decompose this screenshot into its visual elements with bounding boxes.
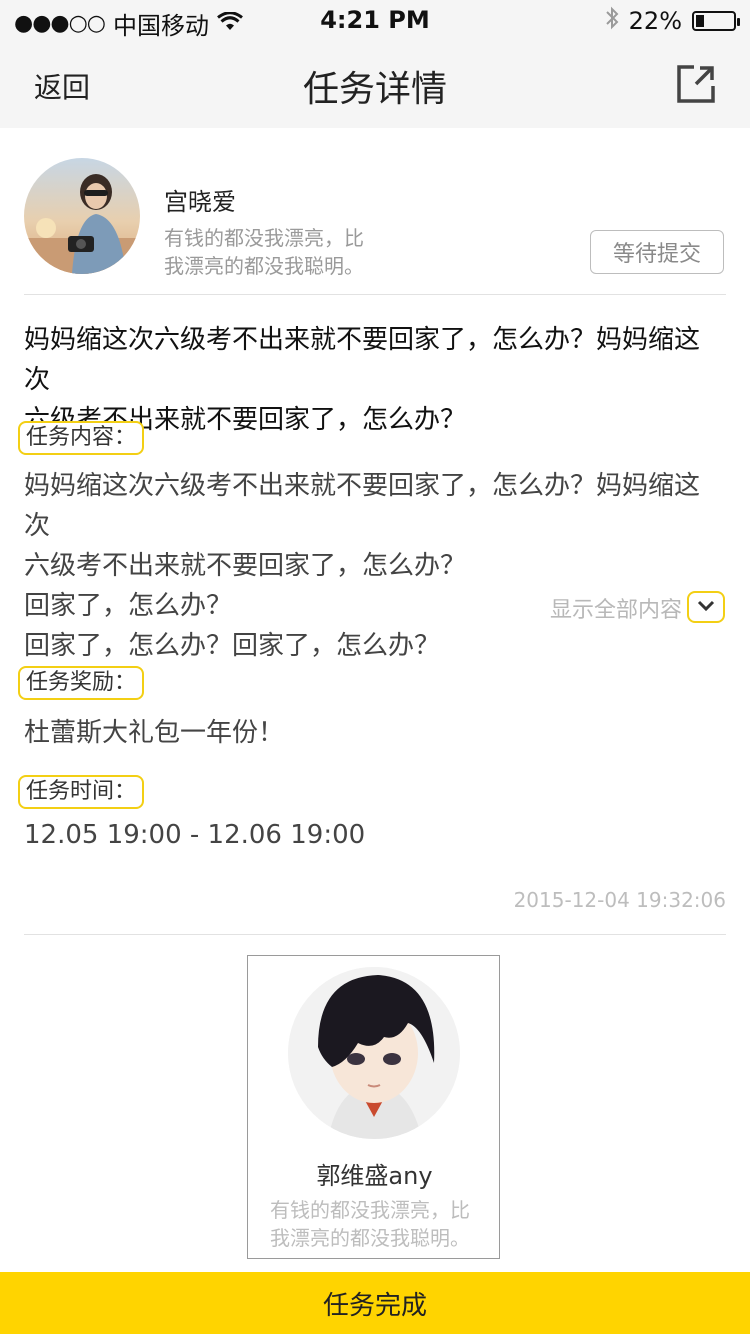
publisher-bio: 有钱的都没我漂亮，比 我漂亮的都没我聪明。 [164, 224, 384, 280]
content-line: 回家了，怎么办？回家了，怎么办？ [24, 631, 441, 661]
status-badge[interactable]: 等待提交 [590, 230, 724, 274]
status-right: 22% [605, 6, 740, 36]
content-label: 任务内容： [18, 421, 145, 455]
performer-avatar [288, 967, 460, 1139]
performer-bio-line: 有钱的都没我漂亮，比 [270, 1198, 470, 1222]
publisher-name: 宫晓爱 [164, 188, 236, 216]
performer-bio: 有钱的都没我漂亮，比 我漂亮的都没我聪明。 [270, 1196, 482, 1252]
performer-bio-line: 我漂亮的都没我聪明。 [270, 1226, 470, 1250]
expand-button[interactable] [687, 591, 725, 623]
divider [24, 294, 726, 295]
time-label: 任务时间： [18, 775, 145, 809]
content-line: 妈妈缩这次六级考不出来就不要回家了，怎么办？妈妈缩这次 [24, 471, 701, 541]
performer-card[interactable]: 郭维盛any 有钱的都没我漂亮，比 我漂亮的都没我聪明。 [247, 955, 500, 1259]
share-icon[interactable] [676, 64, 716, 104]
publisher-bio-line: 我漂亮的都没我聪明。 [164, 254, 364, 278]
task-content: 妈妈缩这次六级考不出来就不要回家了，怎么办？妈妈缩这次 六级考不出来就不要回家了… [24, 466, 724, 666]
task-title-line: 妈妈缩这次六级考不出来就不要回家了，怎么办？妈妈缩这次 [24, 325, 701, 395]
chevron-down-icon [696, 598, 716, 617]
battery-icon [692, 11, 740, 31]
performer-name: 郭维盛any [316, 1162, 433, 1190]
complete-task-button[interactable]: 任务完成 [0, 1272, 750, 1334]
battery-percent: 22% [628, 7, 682, 35]
task-time: 12.05 19:00 - 12.06 19:00 [24, 820, 366, 850]
reward-label: 任务奖励： [18, 666, 145, 700]
top-bar: ●●●○○ 中国移动 4:21 PM 22% 返回 任务详情 [0, 0, 750, 128]
content-line: 六级考不出来就不要回家了，怎么办？ [24, 551, 467, 581]
bluetooth-icon [605, 6, 619, 36]
publisher-avatar[interactable] [24, 158, 140, 274]
reward-text: 杜蕾斯大礼包一年份！ [24, 718, 285, 748]
publisher-bio-line: 有钱的都没我漂亮，比 [164, 226, 364, 250]
status-bar: ●●●○○ 中国移动 4:21 PM 22% [0, 0, 750, 40]
page-title: 任务详情 [302, 69, 447, 110]
divider [24, 934, 726, 935]
show-all-link[interactable]: 显示全部内容 [550, 592, 682, 624]
created-timestamp: 2015-12-04 19:32:06 [513, 888, 726, 912]
